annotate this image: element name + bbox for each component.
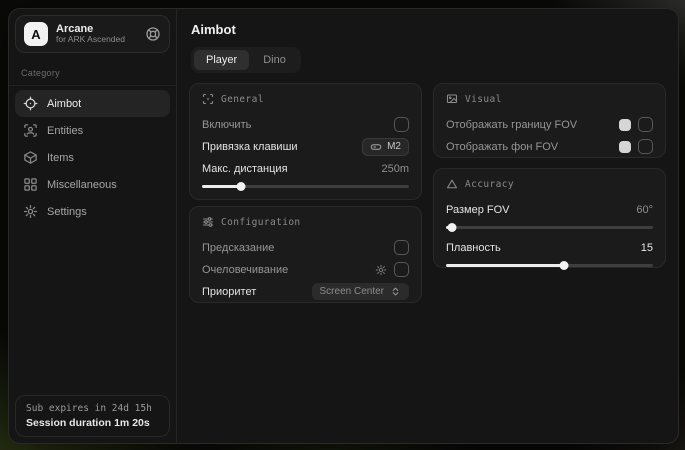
- slider-handle[interactable]: [237, 182, 246, 191]
- fov-size-row: Размер FOV 60°: [446, 199, 653, 220]
- prediction-label: Предсказание: [202, 242, 274, 254]
- fov-border-label: Отображать границу FOV: [446, 119, 577, 131]
- gear-icon: [23, 204, 38, 219]
- fov-border-color-swatch[interactable]: [619, 119, 631, 131]
- sidebar-item-label: Aimbot: [47, 98, 81, 110]
- priority-select[interactable]: Screen Center: [312, 283, 409, 300]
- focus-icon: [202, 93, 214, 105]
- main-content: Aimbot Player Dino General Включить Прив…: [176, 9, 678, 443]
- slider-fill: [202, 185, 241, 188]
- sidebar-item-label: Entities: [47, 125, 83, 137]
- triangle-icon: [446, 178, 458, 190]
- enable-row: Включить: [202, 114, 409, 135]
- prediction-checkbox[interactable]: [394, 240, 409, 255]
- smoothness-value: 15: [641, 242, 653, 254]
- tab-bar: Player Dino: [191, 47, 301, 73]
- smoothness-slider[interactable]: [446, 260, 653, 270]
- sidebar: A Arcane for ARK Ascended Category Aimbo…: [9, 9, 177, 443]
- fov-background-controls: [619, 139, 653, 154]
- sidebar-item-settings[interactable]: Settings: [15, 198, 170, 225]
- panel-title: General: [221, 94, 264, 105]
- category-label: Category: [9, 59, 176, 86]
- panel-title: Visual: [465, 94, 502, 105]
- app-window: A Arcane for ARK Ascended Category Aimbo…: [8, 8, 679, 444]
- sub-expires-text: Sub expires in 24d 15h: [26, 403, 159, 414]
- slider-track[interactable]: [446, 226, 653, 229]
- tab-dino[interactable]: Dino: [251, 50, 298, 70]
- brand-text: Arcane for ARK Ascended: [56, 23, 125, 45]
- app-logo: A: [24, 22, 48, 46]
- max-distance-label: Макс. дистанция: [202, 163, 288, 175]
- priority-selected-value: Screen Center: [320, 286, 384, 297]
- sidebar-item-label: Miscellaneous: [47, 179, 117, 191]
- chevrons-up-down-icon: [390, 286, 401, 297]
- lifebuoy-icon[interactable]: [145, 26, 161, 42]
- keybind-row: Привязка клавиши M2: [202, 136, 409, 157]
- max-distance-slider[interactable]: [202, 181, 409, 191]
- humanization-label: Очеловечивание: [202, 264, 288, 276]
- priority-label: Приоритет: [202, 286, 256, 298]
- session-duration-text: Session duration 1m 20s: [26, 417, 159, 429]
- fov-background-color-swatch[interactable]: [619, 141, 631, 153]
- smoothness-row: Плавность 15: [446, 237, 653, 258]
- fov-background-checkbox[interactable]: [638, 139, 653, 154]
- panel-configuration: Configuration Предсказание Очеловечивани…: [189, 206, 422, 303]
- enable-label: Включить: [202, 119, 251, 131]
- fov-size-slider[interactable]: [446, 222, 653, 232]
- priority-row: Приоритет Screen Center: [202, 281, 409, 302]
- max-distance-value: 250m: [381, 163, 409, 175]
- humanization-checkbox[interactable]: [394, 262, 409, 277]
- prediction-row: Предсказание: [202, 237, 409, 258]
- humanization-controls: [375, 262, 409, 277]
- keybind-button[interactable]: M2: [362, 138, 409, 156]
- keybind-value: M2: [387, 141, 401, 152]
- sidebar-item-items[interactable]: Items: [15, 144, 170, 171]
- sidebar-item-miscellaneous[interactable]: Miscellaneous: [15, 171, 170, 198]
- sidebar-item-aimbot[interactable]: Aimbot: [15, 90, 170, 117]
- slider-fill: [446, 264, 564, 267]
- fov-background-label: Отображать фон FOV: [446, 141, 558, 153]
- smoothness-label: Плавность: [446, 242, 501, 254]
- fov-border-controls: [619, 117, 653, 132]
- crosshair-icon: [23, 96, 38, 111]
- humanization-row: Очеловечивание: [202, 259, 409, 280]
- panel-visual: Visual Отображать границу FOV Отображать…: [433, 83, 666, 158]
- fov-border-row: Отображать границу FOV: [446, 114, 653, 135]
- grid-icon: [23, 177, 38, 192]
- mouse-icon: [370, 141, 382, 153]
- fov-size-label: Размер FOV: [446, 204, 509, 216]
- panel-accuracy-header: Accuracy: [446, 178, 653, 190]
- panel-title: Configuration: [221, 217, 301, 228]
- panel-configuration-header: Configuration: [202, 216, 409, 228]
- fov-border-checkbox[interactable]: [638, 117, 653, 132]
- panel-accuracy: Accuracy Размер FOV 60° Плавность 15: [433, 168, 666, 268]
- humanization-settings-gear-icon[interactable]: [375, 264, 387, 276]
- sidebar-item-label: Settings: [47, 206, 87, 218]
- sidebar-item-entities[interactable]: Entities: [15, 117, 170, 144]
- tab-player[interactable]: Player: [194, 50, 249, 70]
- max-distance-row: Макс. дистанция 250m: [202, 158, 409, 179]
- entities-scan-icon: [23, 123, 38, 138]
- brand-card: A Arcane for ARK Ascended: [15, 15, 170, 53]
- image-icon: [446, 93, 458, 105]
- fov-background-row: Отображать фон FOV: [446, 136, 653, 157]
- panel-visual-header: Visual: [446, 93, 653, 105]
- sidebar-item-label: Items: [47, 152, 74, 164]
- keybind-label: Привязка клавиши: [202, 141, 298, 153]
- subscription-card: Sub expires in 24d 15h Session duration …: [15, 395, 170, 437]
- brand-subtitle: for ARK Ascended: [56, 35, 125, 45]
- panel-general: General Включить Привязка клавиши M2 Мак…: [189, 83, 422, 200]
- slider-handle[interactable]: [448, 223, 457, 232]
- panel-general-header: General: [202, 93, 409, 105]
- panel-title: Accuracy: [465, 179, 514, 190]
- page-title: Aimbot: [191, 22, 236, 37]
- box-icon: [23, 150, 38, 165]
- sidebar-nav: Aimbot Entities Items Miscellaneous: [9, 86, 176, 229]
- enable-checkbox[interactable]: [394, 117, 409, 132]
- fov-size-value: 60°: [636, 204, 653, 216]
- slider-handle[interactable]: [559, 261, 568, 270]
- sliders-icon: [202, 216, 214, 228]
